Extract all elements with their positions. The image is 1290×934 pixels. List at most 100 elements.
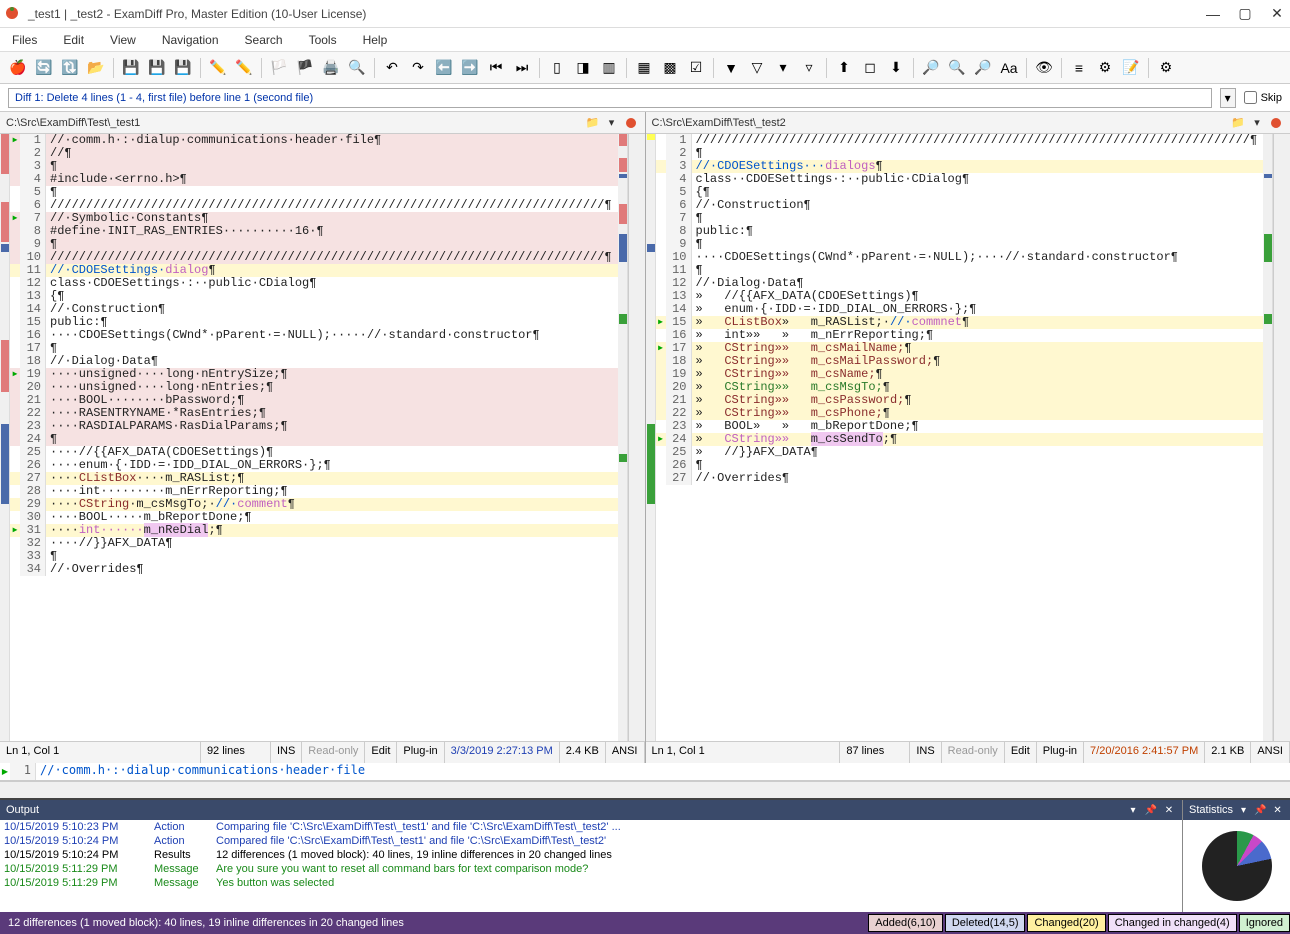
flag2-icon[interactable]: 🏴 xyxy=(293,56,317,80)
curline-marker xyxy=(0,763,10,780)
menu-tools[interactable]: Tools xyxy=(305,31,341,49)
search-icon[interactable]: 🔍 xyxy=(345,56,369,80)
dropdown-icon[interactable]: ▾ xyxy=(604,115,620,131)
pane1-icon[interactable]: ▯ xyxy=(545,56,569,80)
left-pane-header: C:\Src\ExamDiff\Test\_test1 📁 ▾ xyxy=(0,112,645,134)
filter2-icon[interactable]: ▽ xyxy=(745,56,769,80)
chip-changed-in-changed[interactable]: Changed in changed(4) xyxy=(1108,914,1237,932)
filter3-icon[interactable]: ▾ xyxy=(771,56,795,80)
redo-icon[interactable]: ↷ xyxy=(406,56,430,80)
menu-help[interactable]: Help xyxy=(359,31,392,49)
edit-icon[interactable]: ✏️ xyxy=(206,56,230,80)
output-body[interactable]: 10/15/2019 5:10:23 PMActionComparing fil… xyxy=(0,820,1182,912)
output-row[interactable]: 10/15/2019 5:11:29 PMMessageAre you sure… xyxy=(0,862,1182,876)
right-plugin[interactable]: Plug-in xyxy=(1037,742,1084,763)
lines-icon[interactable]: ≡ xyxy=(1067,56,1091,80)
save-icon[interactable]: 💾 xyxy=(119,56,143,80)
menu-files[interactable]: Files xyxy=(8,31,41,49)
up-icon[interactable]: ⬆ xyxy=(832,56,856,80)
output-row[interactable]: 10/15/2019 5:10:24 PMResults12 differenc… xyxy=(0,848,1182,862)
chip-ignored[interactable]: Ignored xyxy=(1239,914,1290,932)
apple-icon[interactable] xyxy=(623,115,639,131)
open-folder-icon[interactable]: 📁 xyxy=(1230,115,1246,131)
folder-icon[interactable]: 📂 xyxy=(84,56,108,80)
left-code[interactable]: 1//·comm.h·:·dialup·communications·heade… xyxy=(10,134,618,741)
panel-menu-icon[interactable]: ▾ xyxy=(1237,803,1250,817)
diff-text[interactable]: Diff 1: Delete 4 lines (1 - 4, first fil… xyxy=(8,88,1212,108)
left-map[interactable] xyxy=(618,134,628,741)
menu-view[interactable]: View xyxy=(106,31,140,49)
settings-icon[interactable]: ⚙ xyxy=(1154,56,1178,80)
horizontal-scrollbar[interactable] xyxy=(0,781,1290,798)
first-icon[interactable]: ⏮ xyxy=(484,56,508,80)
down-icon[interactable]: ⬇ xyxy=(884,56,908,80)
menu-search[interactable]: Search xyxy=(241,31,287,49)
output-row[interactable]: 10/15/2019 5:11:29 PMMessageYes button w… xyxy=(0,876,1182,890)
refresh2-icon[interactable]: 🔃 xyxy=(58,56,82,80)
findcase-icon[interactable]: Aa xyxy=(997,56,1021,80)
grid2-icon[interactable]: ▩ xyxy=(658,56,682,80)
diff-dropdown[interactable]: ▾ xyxy=(1220,88,1236,108)
panel-pin-icon[interactable]: 📌 xyxy=(1144,803,1158,817)
chip-deleted[interactable]: Deleted(14,5) xyxy=(945,914,1026,932)
left-stripe[interactable] xyxy=(0,134,10,741)
stop-icon[interactable]: ◻ xyxy=(858,56,882,80)
menu-navigation[interactable]: Navigation xyxy=(158,31,223,49)
check-icon[interactable]: ☑ xyxy=(684,56,708,80)
finddown-icon[interactable]: 🔎 xyxy=(971,56,995,80)
left-edit[interactable]: Edit xyxy=(365,742,397,763)
grid-icon[interactable]: ▦ xyxy=(632,56,656,80)
right-path: C:\Src\ExamDiff\Test\_test2 xyxy=(652,117,1231,129)
skip-checkbox[interactable]: Skip xyxy=(1244,91,1282,104)
right-pos: Ln 1, Col 1 xyxy=(646,742,841,763)
last-icon[interactable]: ⏭ xyxy=(510,56,534,80)
refresh-icon[interactable]: 🔄 xyxy=(32,56,56,80)
left-plugin[interactable]: Plug-in xyxy=(397,742,444,763)
right-icon[interactable]: ➡️ xyxy=(458,56,482,80)
panel-menu-icon[interactable]: ▾ xyxy=(1126,803,1140,817)
chip-added[interactable]: Added(6,10) xyxy=(868,914,943,932)
filter4-icon[interactable]: ▿ xyxy=(797,56,821,80)
findup-icon[interactable]: 🔍 xyxy=(945,56,969,80)
line-marker xyxy=(656,355,666,368)
menu-edit[interactable]: Edit xyxy=(59,31,88,49)
left-icon[interactable]: ⬅️ xyxy=(432,56,456,80)
filter-icon[interactable]: ▼ xyxy=(719,56,743,80)
apple-icon[interactable]: 🍎 xyxy=(6,56,30,80)
save3-icon[interactable]: 💾 xyxy=(171,56,195,80)
right-edit[interactable]: Edit xyxy=(1005,742,1037,763)
output-row[interactable]: 10/15/2019 5:10:23 PMActionComparing fil… xyxy=(0,820,1182,834)
panel-close-icon[interactable]: ✕ xyxy=(1162,803,1176,817)
line-marker xyxy=(10,524,20,537)
right-map[interactable] xyxy=(1263,134,1273,741)
chip-changed[interactable]: Changed(20) xyxy=(1027,914,1105,932)
output-msg: Are you sure you want to reset all comma… xyxy=(216,863,1178,875)
save2-icon[interactable]: 💾 xyxy=(145,56,169,80)
line-marker xyxy=(656,290,666,303)
pane3-icon[interactable]: ▥ xyxy=(597,56,621,80)
print-icon[interactable]: 🖨️ xyxy=(319,56,343,80)
panel-pin-icon[interactable]: 📌 xyxy=(1254,803,1267,817)
undo-icon[interactable]: ↶ xyxy=(380,56,404,80)
edit2-icon[interactable]: ✏️ xyxy=(232,56,256,80)
pane2-icon[interactable]: ◨ xyxy=(571,56,595,80)
right-code[interactable]: 1///////////////////////////////////////… xyxy=(656,134,1264,741)
output-row[interactable]: 10/15/2019 5:10:24 PMActionCompared file… xyxy=(0,834,1182,848)
open-folder-icon[interactable]: 📁 xyxy=(585,115,601,131)
edit3-icon[interactable]: 📝 xyxy=(1119,56,1143,80)
maximize-button[interactable]: ▢ xyxy=(1236,5,1254,23)
view-icon[interactable]: 👁 xyxy=(1032,56,1056,80)
line-marker xyxy=(10,485,20,498)
find-icon[interactable]: 🔎 xyxy=(919,56,943,80)
line-text: //¶ xyxy=(46,147,618,160)
close-button[interactable]: ✕ xyxy=(1268,5,1286,23)
gear-icon[interactable]: ⚙ xyxy=(1093,56,1117,80)
right-scrollbar[interactable] xyxy=(1273,134,1290,741)
minimize-button[interactable]: — xyxy=(1204,5,1222,23)
right-stripe[interactable] xyxy=(646,134,656,741)
flag-icon[interactable]: 🏳️ xyxy=(267,56,291,80)
apple-icon[interactable] xyxy=(1268,115,1284,131)
left-scrollbar[interactable] xyxy=(628,134,645,741)
dropdown-icon[interactable]: ▾ xyxy=(1249,115,1265,131)
panel-close-icon[interactable]: ✕ xyxy=(1271,803,1284,817)
